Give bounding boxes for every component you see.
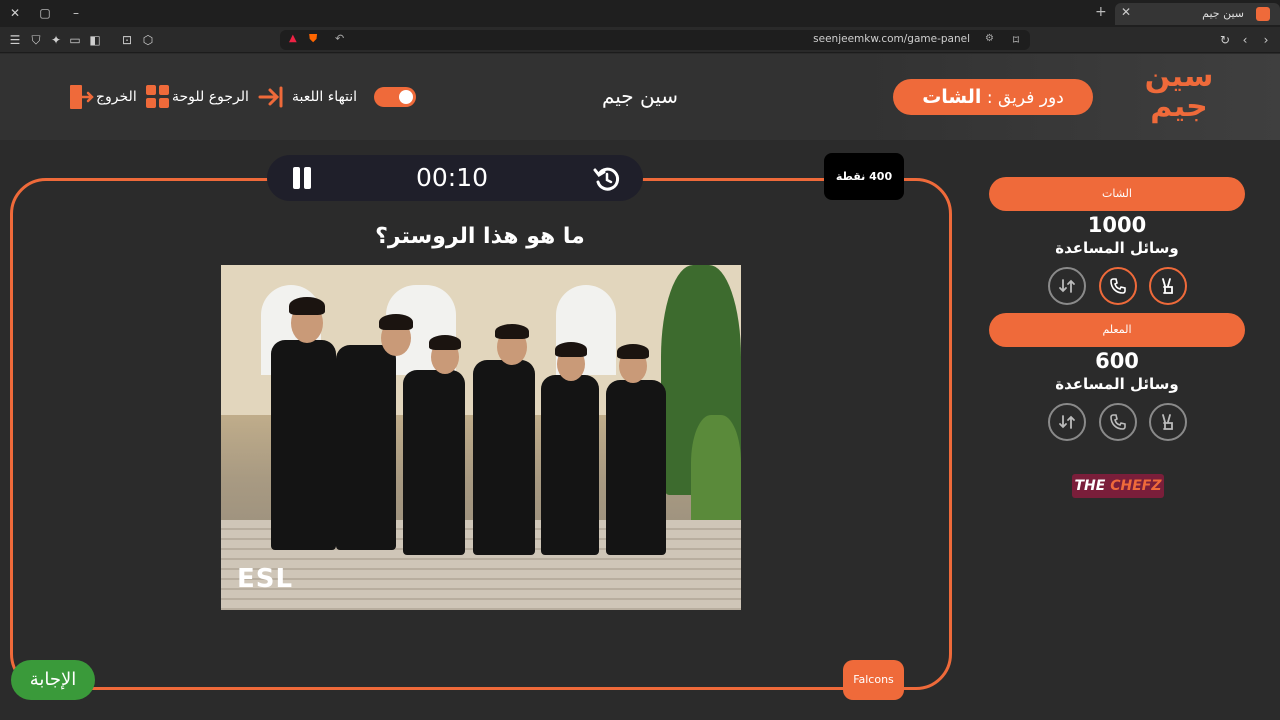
menu-icon[interactable]: ☰ [7,32,23,48]
puzzle-icon[interactable]: ✦ [48,32,64,48]
brave-shield-icon[interactable]: ⛊ [309,32,317,46]
timer-bar: 00:10 [267,155,643,201]
game-name: سين جيم [601,84,679,108]
bookmark-icon[interactable]: ⌑ [1008,32,1024,48]
minimize-window-icon[interactable]: – [66,4,86,22]
site-settings-icon[interactable]: ⚙ [985,33,994,44]
sidebar-icon[interactable]: ◧ [87,32,103,48]
new-tab-icon[interactable]: + [1095,4,1107,20]
pause-icon[interactable] [291,167,313,189]
board-grid-icon[interactable] [146,85,170,109]
team-name-2: المعلم [989,313,1245,347]
logo: سين جيم [1144,59,1214,124]
swap-icon[interactable] [1048,267,1086,305]
team-name-1: الشات [989,177,1245,211]
turn-indicator: دور فريق : الشات [893,79,1093,115]
sponsor-logo: THE CHEFZ [1072,474,1164,498]
reset-timer-icon[interactable] [593,165,621,193]
exit-label[interactable]: الخروج [96,83,137,111]
question-image: ESL [221,265,741,610]
back-icon[interactable]: ‹ [1237,32,1253,48]
extensions-icon[interactable]: ⬡ [140,32,156,48]
url-text[interactable]: seenjeemkw.com/game-panel [813,33,970,45]
rewards-icon[interactable]: ▲ [289,33,297,44]
shield-icon[interactable]: ⛉ [28,32,44,48]
exit-door-icon[interactable] [68,83,94,111]
phone-icon[interactable] [1099,267,1137,305]
game-header: سين جيم دور فريق : الشات سين جيم انتهاء … [0,54,1280,140]
reload-icon[interactable]: ↻ [1217,32,1233,48]
team-aids-label-1: وسائل المساعدة [1055,239,1179,257]
question-text: ما هو هذا الروستر؟ [375,224,585,249]
wallet-icon[interactable]: ▭ [67,32,83,48]
swap-icon[interactable] [1048,403,1086,441]
arrow-right-icon[interactable] [258,84,284,110]
team-score-1: 1000 [1087,213,1147,237]
team-aids-label-2: وسائل المساعدة [1055,375,1179,393]
screenshot-icon[interactable]: ⊡ [119,32,135,48]
turn-team: الشات [922,86,982,108]
site-favicon-icon [1256,7,1270,21]
game-panel: 00:10 400 نقطة ما هو هذا الروستر؟ ESL Fa… [0,140,1280,720]
category-button[interactable]: Falcons [843,660,904,700]
timer-display: 00:10 [415,163,489,192]
team-score-2: 600 [1095,349,1139,373]
end-game-label[interactable]: انتهاء اللعبة [292,83,357,111]
restore-window-icon[interactable]: ▢ [35,4,55,22]
browser-tab-bar: ✕ ▢ – + ✕ سين جيم [0,0,1280,27]
turn-label: دور فريق : [986,88,1064,108]
points-badge: 400 نقطة [824,153,904,200]
peace-hand-icon[interactable] [1149,267,1187,305]
browser-toolbar: ☰ ⛉ ✦ ▭ ◧ ⊡ ⬡ ▲ ⛊ ↶ seenjeemkw.com/game-… [0,27,1280,53]
toggle-knob [399,90,413,104]
esl-watermark: ESL [237,564,294,594]
back-to-board-label[interactable]: الرجوع للوحة [172,83,249,111]
peace-hand-icon[interactable] [1149,403,1187,441]
phone-icon[interactable] [1099,403,1137,441]
tab-title: سين جيم [1202,7,1244,20]
close-tab-icon[interactable]: ✕ [1121,5,1131,19]
share-icon[interactable]: ↶ [335,32,344,45]
answer-button[interactable]: الإجابة [11,660,95,700]
browser-tab[interactable]: ✕ سين جيم [1115,3,1280,25]
address-bar[interactable]: ▲ ⛊ ↶ seenjeemkw.com/game-panel ⚙ [280,30,1030,50]
end-game-toggle[interactable] [374,87,416,107]
close-window-icon[interactable]: ✕ [5,4,25,22]
forward-icon[interactable]: › [1258,32,1274,48]
